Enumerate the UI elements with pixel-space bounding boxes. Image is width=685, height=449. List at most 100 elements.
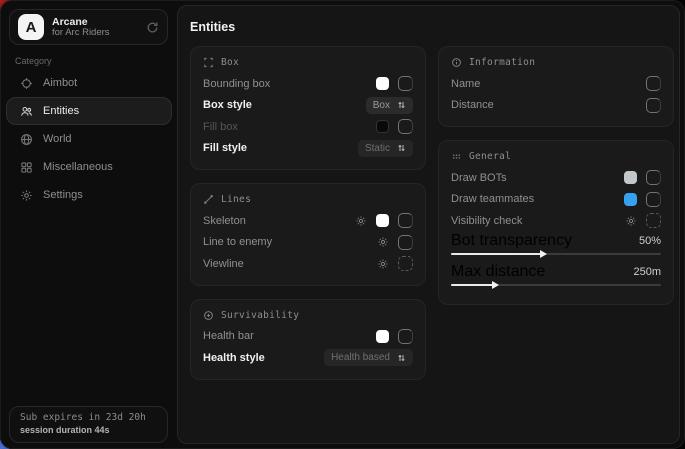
refresh-icon[interactable]	[146, 21, 159, 34]
setting-label: Bounding box	[203, 78, 270, 90]
sidebar-item-label: Settings	[43, 189, 83, 201]
setting-row-fill-box: Fill box	[203, 116, 413, 138]
color-swatch[interactable]	[624, 193, 637, 206]
setting-row-visibility-check: Visibility check	[451, 210, 661, 232]
bot-transparency-slider[interactable]	[451, 250, 661, 258]
session-duration-text: session duration 44s	[20, 425, 157, 435]
color-swatch[interactable]	[376, 330, 389, 343]
setting-row-viewline: Viewline	[203, 253, 413, 275]
setting-row-name: Name	[451, 73, 661, 95]
checkbox[interactable]	[398, 119, 413, 134]
updown-arrows-icon	[397, 353, 406, 363]
subscription-card: Sub expires in 23d 20h session duration …	[9, 406, 168, 443]
setting-row-draw-teammates: Draw teammates	[451, 189, 661, 211]
brand-name: Arcane	[52, 16, 146, 28]
gear-icon[interactable]	[355, 215, 367, 227]
checkbox[interactable]	[398, 256, 413, 271]
panel-title: Lines	[221, 194, 251, 205]
checkbox[interactable]	[398, 76, 413, 91]
setting-label: Distance	[451, 99, 494, 111]
sub-expiry-text: Sub expires in 23d 20h	[20, 412, 157, 423]
checkbox[interactable]	[646, 192, 661, 207]
slider-thumb[interactable]	[540, 250, 547, 258]
box-style-select[interactable]: Box	[366, 97, 413, 114]
slider-row-bot-transparency: Bot transparency 50%	[451, 232, 661, 250]
setting-row-fill-style: Fill style Static	[203, 138, 413, 160]
checkbox[interactable]	[646, 76, 661, 91]
setting-label: Viewline	[203, 258, 244, 270]
sidebar-nav: Aimbot Entities World	[6, 69, 172, 209]
sidebar-item-label: Entities	[43, 105, 79, 117]
slider-row-max-distance: Max distance 250m	[451, 263, 661, 281]
setting-row-draw-bots: Draw BOTs	[451, 167, 661, 189]
fill-style-select[interactable]: Static	[358, 140, 413, 157]
select-value: Health based	[331, 352, 390, 363]
setting-label: Visibility check	[451, 215, 522, 227]
gear-icon[interactable]	[625, 215, 637, 227]
brackets-icon	[203, 57, 214, 68]
setting-row-health-style: Health style Health based	[203, 347, 413, 369]
max-distance-slider[interactable]	[451, 281, 661, 289]
color-swatch[interactable]	[376, 120, 389, 133]
globe-icon	[20, 133, 33, 146]
select-value: Box	[373, 100, 390, 111]
color-swatch[interactable]	[376, 77, 389, 90]
info-icon	[451, 57, 462, 68]
setting-label: Name	[451, 78, 480, 90]
setting-label: Bot transparency	[451, 232, 572, 250]
sidebar-item-label: World	[43, 133, 72, 145]
entities-icon	[20, 105, 33, 118]
setting-label: Draw BOTs	[451, 172, 507, 184]
information-panel: Information Name Distance	[438, 46, 674, 127]
setting-label: Line to enemy	[203, 236, 272, 248]
sidebar-item-miscellaneous[interactable]: Miscellaneous	[6, 153, 172, 181]
sidebar-item-aimbot[interactable]: Aimbot	[6, 69, 172, 97]
sidebar-item-label: Miscellaneous	[43, 161, 113, 173]
checkbox[interactable]	[646, 98, 661, 113]
survivability-panel: Survivability Health bar Health style He…	[190, 299, 426, 380]
brand-logo: A	[18, 14, 44, 40]
health-style-select[interactable]: Health based	[324, 349, 413, 366]
slider-value: 250m	[633, 266, 661, 278]
updown-arrows-icon	[397, 143, 406, 153]
sidebar-item-world[interactable]: World	[6, 125, 172, 153]
setting-row-skeleton: Skeleton	[203, 210, 413, 232]
lines-panel: Lines Skeleton	[190, 183, 426, 286]
box-panel: Box Bounding box Box style Box	[190, 46, 426, 170]
color-swatch[interactable]	[376, 214, 389, 227]
setting-label: Health style	[203, 352, 265, 364]
setting-label: Max distance	[451, 263, 545, 281]
app-window: A Arcane for Arc Riders Category Aimbot	[0, 0, 685, 449]
sidebar-item-entities[interactable]: Entities	[6, 97, 172, 125]
category-label: Category	[15, 56, 52, 66]
gear-icon[interactable]	[377, 258, 389, 270]
slider-value: 50%	[639, 235, 661, 247]
dots-grid-icon	[451, 151, 462, 162]
checkbox[interactable]	[398, 213, 413, 228]
sidebar-item-label: Aimbot	[43, 77, 77, 89]
setting-label: Fill style	[203, 142, 247, 154]
slider-fill	[451, 284, 495, 286]
checkbox[interactable]	[646, 213, 661, 228]
select-value: Static	[365, 143, 390, 154]
grid-icon	[20, 161, 33, 174]
sidebar-item-settings[interactable]: Settings	[6, 181, 172, 209]
line-icon	[203, 194, 214, 205]
panel-title: Survivability	[221, 310, 299, 321]
right-column: Information Name Distance	[438, 46, 674, 380]
color-swatch[interactable]	[624, 171, 637, 184]
slider-thumb[interactable]	[492, 281, 499, 289]
medical-icon	[203, 310, 214, 321]
setting-row-health-bar: Health bar	[203, 326, 413, 348]
checkbox[interactable]	[398, 329, 413, 344]
checkbox[interactable]	[646, 170, 661, 185]
gear-icon	[20, 189, 33, 202]
setting-label: Fill box	[203, 121, 238, 133]
checkbox[interactable]	[398, 235, 413, 250]
general-panel: General Draw BOTs Draw teammates	[438, 140, 674, 305]
setting-label: Draw teammates	[451, 193, 534, 205]
slider-fill	[451, 253, 543, 255]
panel-title: General	[469, 151, 511, 162]
gear-icon[interactable]	[377, 236, 389, 248]
setting-label: Health bar	[203, 330, 254, 342]
